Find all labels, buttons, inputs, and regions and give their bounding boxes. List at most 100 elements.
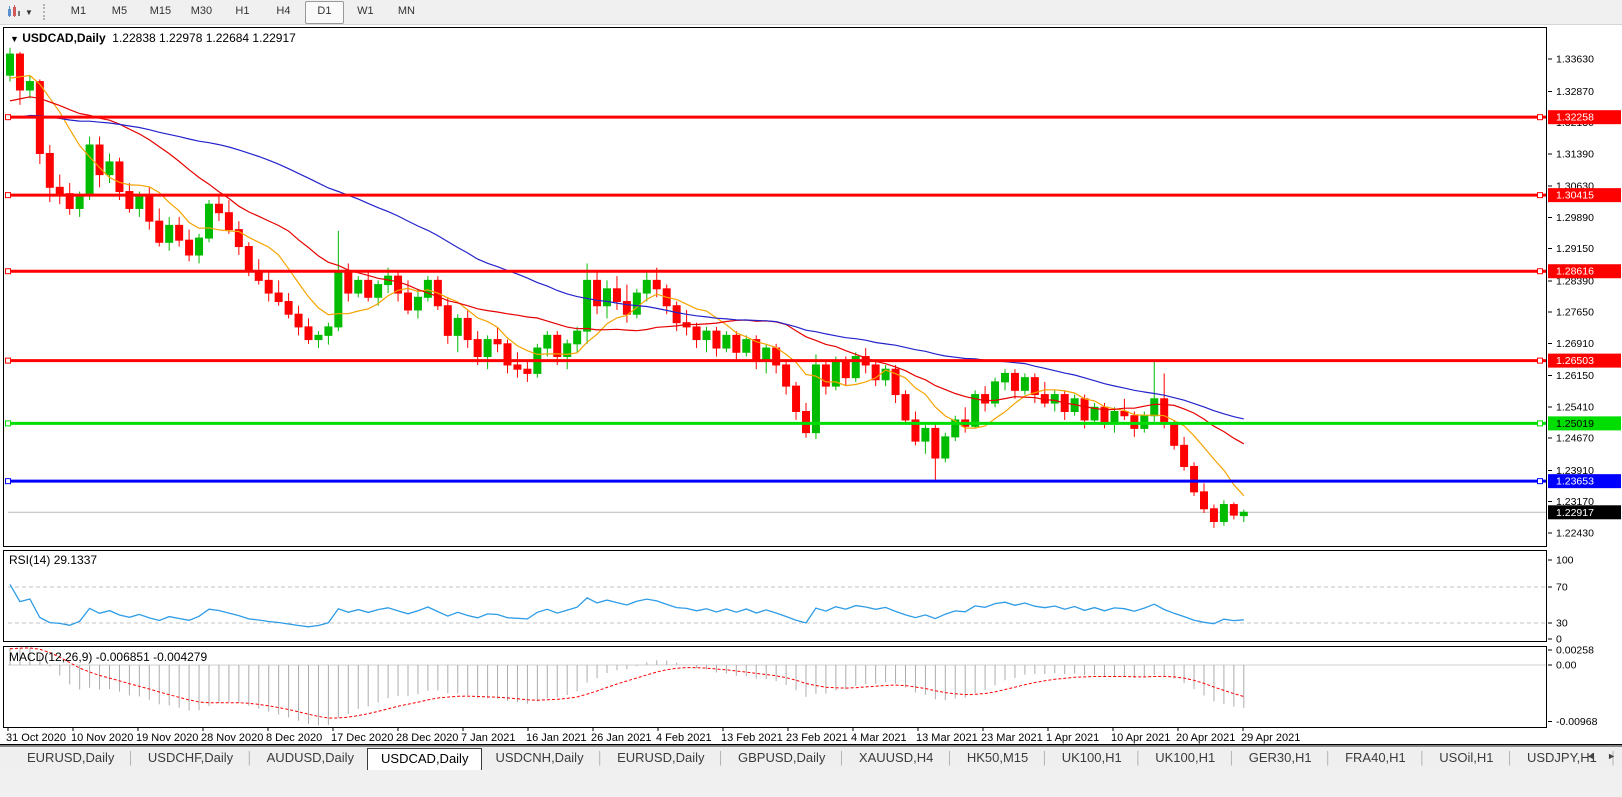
chart-mode-dropdown-icon[interactable]: ▼ [25, 8, 33, 17]
svg-text:1.26503: 1.26503 [1556, 355, 1594, 367]
svg-text:1.32258: 1.32258 [1556, 112, 1594, 124]
tab-separator: │ [717, 747, 725, 771]
svg-text:1.26910: 1.26910 [1556, 338, 1594, 350]
tab-eurusd-daily[interactable]: EURUSD,Daily [14, 747, 127, 771]
svg-text:1.25019: 1.25019 [1556, 418, 1594, 430]
macd-signal-value: -0.004279 [153, 650, 207, 664]
svg-text:1.31390: 1.31390 [1556, 148, 1594, 160]
tab-separator: │ [1228, 747, 1236, 771]
tab-separator: │ [1325, 747, 1333, 771]
tab-ger30-h1[interactable]: GER30,H1 [1236, 747, 1325, 771]
tab-hk50-m15[interactable]: HK50,M15 [954, 747, 1041, 771]
tf-button-H4[interactable]: H4 [264, 1, 303, 24]
tab-separator: │ [1506, 747, 1514, 771]
tab-separator: │ [597, 747, 605, 771]
tab-scroll-right-icon[interactable]: ► [1603, 748, 1620, 764]
svg-text:17 Dec 2020: 17 Dec 2020 [331, 732, 393, 744]
tf-button-MN[interactable]: MN [387, 1, 426, 24]
tf-button-D1[interactable]: D1 [305, 1, 344, 24]
svg-text:4 Mar 2021: 4 Mar 2021 [851, 732, 907, 744]
svg-text:30: 30 [1556, 618, 1568, 630]
tab-xauusd-h4[interactable]: XAUUSD,H4 [846, 747, 946, 771]
tab-separator: │ [1419, 747, 1427, 771]
symbol-tab-bar: EURUSD,Daily│USDCHF,Daily│AUDUSD,DailyUS… [0, 746, 1622, 771]
svg-text:1.22430: 1.22430 [1556, 527, 1594, 539]
rsi-name: RSI(14) [9, 553, 50, 567]
tf-button-W1[interactable]: W1 [346, 1, 385, 24]
symbol-dropdown-icon[interactable]: ▼ [10, 34, 19, 44]
tab-separator: │ [838, 747, 846, 771]
top-toolbar: ▼ M1M5M15M30H1H4D1W1MN [0, 0, 1622, 25]
rsi-indicator-label: RSI(14) 29.1337 [9, 553, 97, 567]
price-chart-canvas[interactable]: 1.336301.328701.321301.313901.306301.298… [0, 25, 1622, 746]
svg-text:1.29150: 1.29150 [1556, 243, 1594, 255]
rsi-value: 29.1337 [54, 553, 97, 567]
svg-text:1.32870: 1.32870 [1556, 86, 1594, 98]
tab-separator: │ [946, 747, 954, 771]
toolbar-grip[interactable] [43, 4, 50, 20]
svg-text:10 Nov 2020: 10 Nov 2020 [71, 732, 133, 744]
svg-text:70: 70 [1556, 582, 1568, 594]
svg-text:8 Dec 2020: 8 Dec 2020 [266, 732, 322, 744]
chart-symbol: USDCAD,Daily [22, 31, 105, 45]
svg-text:1.29890: 1.29890 [1556, 212, 1594, 224]
svg-text:23 Mar 2021: 23 Mar 2021 [981, 732, 1043, 744]
chart-window: 1.336301.328701.321301.313901.306301.298… [0, 25, 1622, 746]
tab-separator: │ [127, 747, 135, 771]
svg-text:1.28616: 1.28616 [1556, 266, 1594, 278]
svg-text:1.24670: 1.24670 [1556, 433, 1594, 445]
svg-text:1.27650: 1.27650 [1556, 307, 1594, 319]
tf-button-M1[interactable]: M1 [59, 1, 98, 24]
svg-text:1.23653: 1.23653 [1556, 476, 1594, 488]
tf-button-M30[interactable]: M30 [182, 1, 221, 24]
tab-fra40-h1[interactable]: FRA40,H1 [1332, 747, 1419, 771]
tab-separator: │ [1041, 747, 1049, 771]
macd-indicator-label: MACD(12,26,9) -0.006851 -0.004279 [9, 650, 207, 664]
svg-text:10 Apr 2021: 10 Apr 2021 [1111, 732, 1170, 744]
svg-text:0.00258: 0.00258 [1556, 644, 1594, 656]
svg-text:29 Apr 2021: 29 Apr 2021 [1241, 732, 1300, 744]
chart-ohlc-values: 1.22838 1.22978 1.22684 1.22917 [112, 31, 296, 45]
macd-name: MACD(12,26,9) [9, 650, 92, 664]
svg-text:28 Dec 2020: 28 Dec 2020 [396, 732, 458, 744]
tab-eurusd-daily[interactable]: EURUSD,Daily [604, 747, 717, 771]
tab-usdchf-daily[interactable]: USDCHF,Daily [135, 747, 246, 771]
chart-title: ▼ USDCAD,Daily 1.22838 1.22978 1.22684 1… [10, 31, 296, 45]
tf-button-M5[interactable]: M5 [100, 1, 139, 24]
tab-gbpusd-daily[interactable]: GBPUSD,Daily [725, 747, 838, 771]
chart-mode-icon[interactable] [4, 3, 24, 21]
svg-text:4 Feb 2021: 4 Feb 2021 [656, 732, 712, 744]
tab-uk100-h1[interactable]: UK100,H1 [1049, 747, 1135, 771]
svg-text:100: 100 [1556, 555, 1574, 567]
svg-text:1.30415: 1.30415 [1556, 190, 1594, 202]
tab-separator: │ [1135, 747, 1143, 771]
svg-text:16 Jan 2021: 16 Jan 2021 [526, 732, 587, 744]
svg-text:13 Mar 2021: 13 Mar 2021 [916, 732, 978, 744]
bottom-strip [0, 770, 1622, 797]
svg-text:28 Nov 2020: 28 Nov 2020 [201, 732, 263, 744]
svg-text:26 Jan 2021: 26 Jan 2021 [591, 732, 652, 744]
tab-scroll-left-icon[interactable]: ◄ [1582, 748, 1599, 764]
tab-usoil-h1[interactable]: USOil,H1 [1426, 747, 1506, 771]
tab-scroll-buttons: ◄ ► [1582, 748, 1620, 764]
svg-text:31 Oct 2020: 31 Oct 2020 [6, 732, 66, 744]
svg-text:7 Jan 2021: 7 Jan 2021 [461, 732, 515, 744]
macd-main-value: -0.006851 [96, 650, 150, 664]
tab-uk100-h1[interactable]: UK100,H1 [1142, 747, 1228, 771]
svg-text:1.25410: 1.25410 [1556, 401, 1594, 413]
tf-button-M15[interactable]: M15 [141, 1, 180, 24]
timeframe-button-group: M1M5M15M30H1H4D1W1MN [58, 1, 427, 24]
svg-text:1.26150: 1.26150 [1556, 370, 1594, 382]
svg-text:1.33630: 1.33630 [1556, 54, 1594, 66]
svg-text:0.00: 0.00 [1556, 660, 1577, 672]
tab-audusd-daily[interactable]: AUDUSD,Daily [254, 747, 367, 771]
tf-button-H1[interactable]: H1 [223, 1, 262, 24]
svg-text:13 Feb 2021: 13 Feb 2021 [721, 732, 783, 744]
tab-separator: │ [246, 747, 254, 771]
svg-text:23 Feb 2021: 23 Feb 2021 [786, 732, 848, 744]
tab-usdcad-daily[interactable]: USDCAD,Daily [367, 748, 482, 771]
svg-text:19 Nov 2020: 19 Nov 2020 [136, 732, 198, 744]
svg-text:-0.00968: -0.00968 [1556, 716, 1598, 728]
svg-text:20 Apr 2021: 20 Apr 2021 [1176, 732, 1235, 744]
tab-usdcnh-daily[interactable]: USDCNH,Daily [482, 747, 596, 771]
